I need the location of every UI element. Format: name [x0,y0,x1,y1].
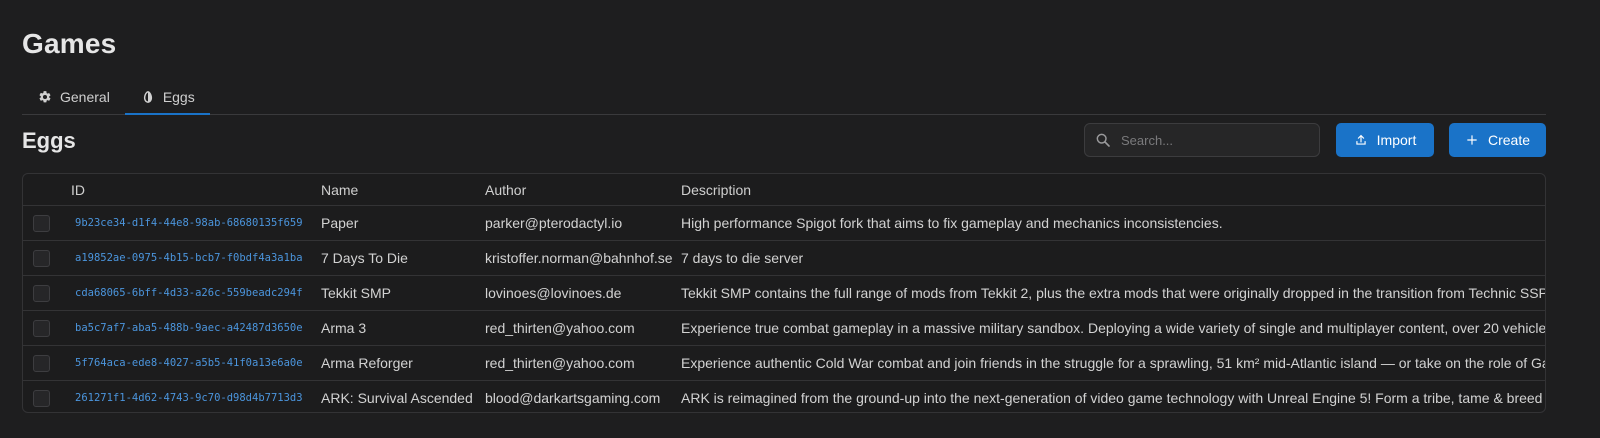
row-checkbox[interactable] [33,354,50,372]
egg-id-link[interactable]: a19852ae-0975-4b15-bcb7-f0bdf4a3a1ba [69,240,321,276]
row-checkbox[interactable] [33,214,50,232]
tab-general-label: General [60,89,110,105]
egg-description: Experience authentic Cold War combat and… [681,345,1545,381]
column-header-author[interactable]: Author [485,174,681,206]
row-checkbox[interactable] [33,319,50,337]
egg-description: 7 days to die server [681,240,1545,276]
select-all-header [23,174,69,206]
column-header-id[interactable]: ID [69,174,321,206]
table-row[interactable]: ba5c7af7-aba5-488b-9aec-a42487d3650e Arm… [23,310,1545,346]
upload-icon [1354,133,1368,147]
egg-name: Arma 3 [321,310,485,346]
egg-author: parker@pterodactyl.io [485,205,681,241]
row-checkbox[interactable] [33,389,50,407]
egg-author: red_thirten@yahoo.com [485,345,681,381]
import-button-label: Import [1376,132,1417,148]
egg-author: kristoffer.norman@bahnhof.se [485,240,681,276]
create-button-label: Create [1487,132,1531,148]
create-button[interactable]: Create [1449,123,1546,157]
search-input[interactable] [1119,131,1313,149]
egg-id-link[interactable]: 5f764aca-ede8-4027-a5b5-41f0a13e6a0e [69,345,321,381]
egg-author: lovinoes@lovinoes.de [485,275,681,311]
import-button[interactable]: Import [1336,123,1434,157]
egg-description: Tekkit SMP contains the full range of mo… [681,275,1545,311]
egg-id-link[interactable]: 261271f1-4d62-4743-9c70-d98d4b7713d3 [69,381,321,413]
section-title: Eggs [22,128,76,153]
eggs-table-grid: ID Name Author Description 9b23ce34-d1f4… [23,174,1546,413]
egg-author: red_thirten@yahoo.com [485,310,681,346]
row-checkbox[interactable] [33,249,50,267]
table-row[interactable]: 5f764aca-ede8-4027-a5b5-41f0a13e6a0e Arm… [23,345,1545,381]
egg-id-link[interactable]: 9b23ce34-d1f4-44e8-98ab-68680135f659 [69,205,321,241]
search-box [1084,123,1320,157]
egg-id-link[interactable]: cda68065-6bff-4d33-a26c-559beadc294f [69,275,321,311]
table-header-row: ID Name Author Description [23,174,1545,206]
egg-id-link[interactable]: ba5c7af7-aba5-488b-9aec-a42487d3650e [69,310,321,346]
table-row[interactable]: 261271f1-4d62-4743-9c70-d98d4b7713d3 ARK… [23,381,1546,413]
table-row[interactable]: a19852ae-0975-4b15-bcb7-f0bdf4a3a1ba 7 D… [23,240,1545,276]
column-header-description[interactable]: Description [681,174,1545,206]
tab-eggs-label: Eggs [162,89,195,105]
table-row[interactable]: cda68065-6bff-4d33-a26c-559beadc294f Tek… [23,275,1545,311]
plus-icon [1465,133,1479,147]
gear-icon [38,90,52,104]
egg-description: High performance Spigot fork that aims t… [681,205,1545,241]
search-icon [1095,132,1111,148]
egg-name: Tekkit SMP [321,275,485,311]
egg-name: ARK: Survival Ascended [321,390,473,406]
egg-description: Experience true combat gameplay in a mas… [681,310,1545,346]
egg-name: Arma Reforger [321,345,485,381]
page-title: Games [22,28,117,59]
eggs-table: ID Name Author Description 9b23ce34-d1f4… [22,173,1546,413]
tab-bar: General Eggs [22,80,1546,115]
eggs-page: Games General Eggs Eggs Search... Import… [0,0,1600,438]
tab-general[interactable]: General [22,80,125,114]
egg-name: Paper [321,205,485,241]
egg-author: blood@darkartsgaming.com [485,390,661,406]
tab-eggs[interactable]: Eggs [124,80,210,115]
egg-name: 7 Days To Die [321,240,485,276]
column-header-name[interactable]: Name [321,174,485,206]
row-checkbox[interactable] [33,284,50,302]
egg-description: ARK is reimagined from the ground-up int… [681,390,1546,406]
egg-icon [141,90,155,104]
table-row[interactable]: 9b23ce34-d1f4-44e8-98ab-68680135f659 Pap… [23,205,1545,241]
